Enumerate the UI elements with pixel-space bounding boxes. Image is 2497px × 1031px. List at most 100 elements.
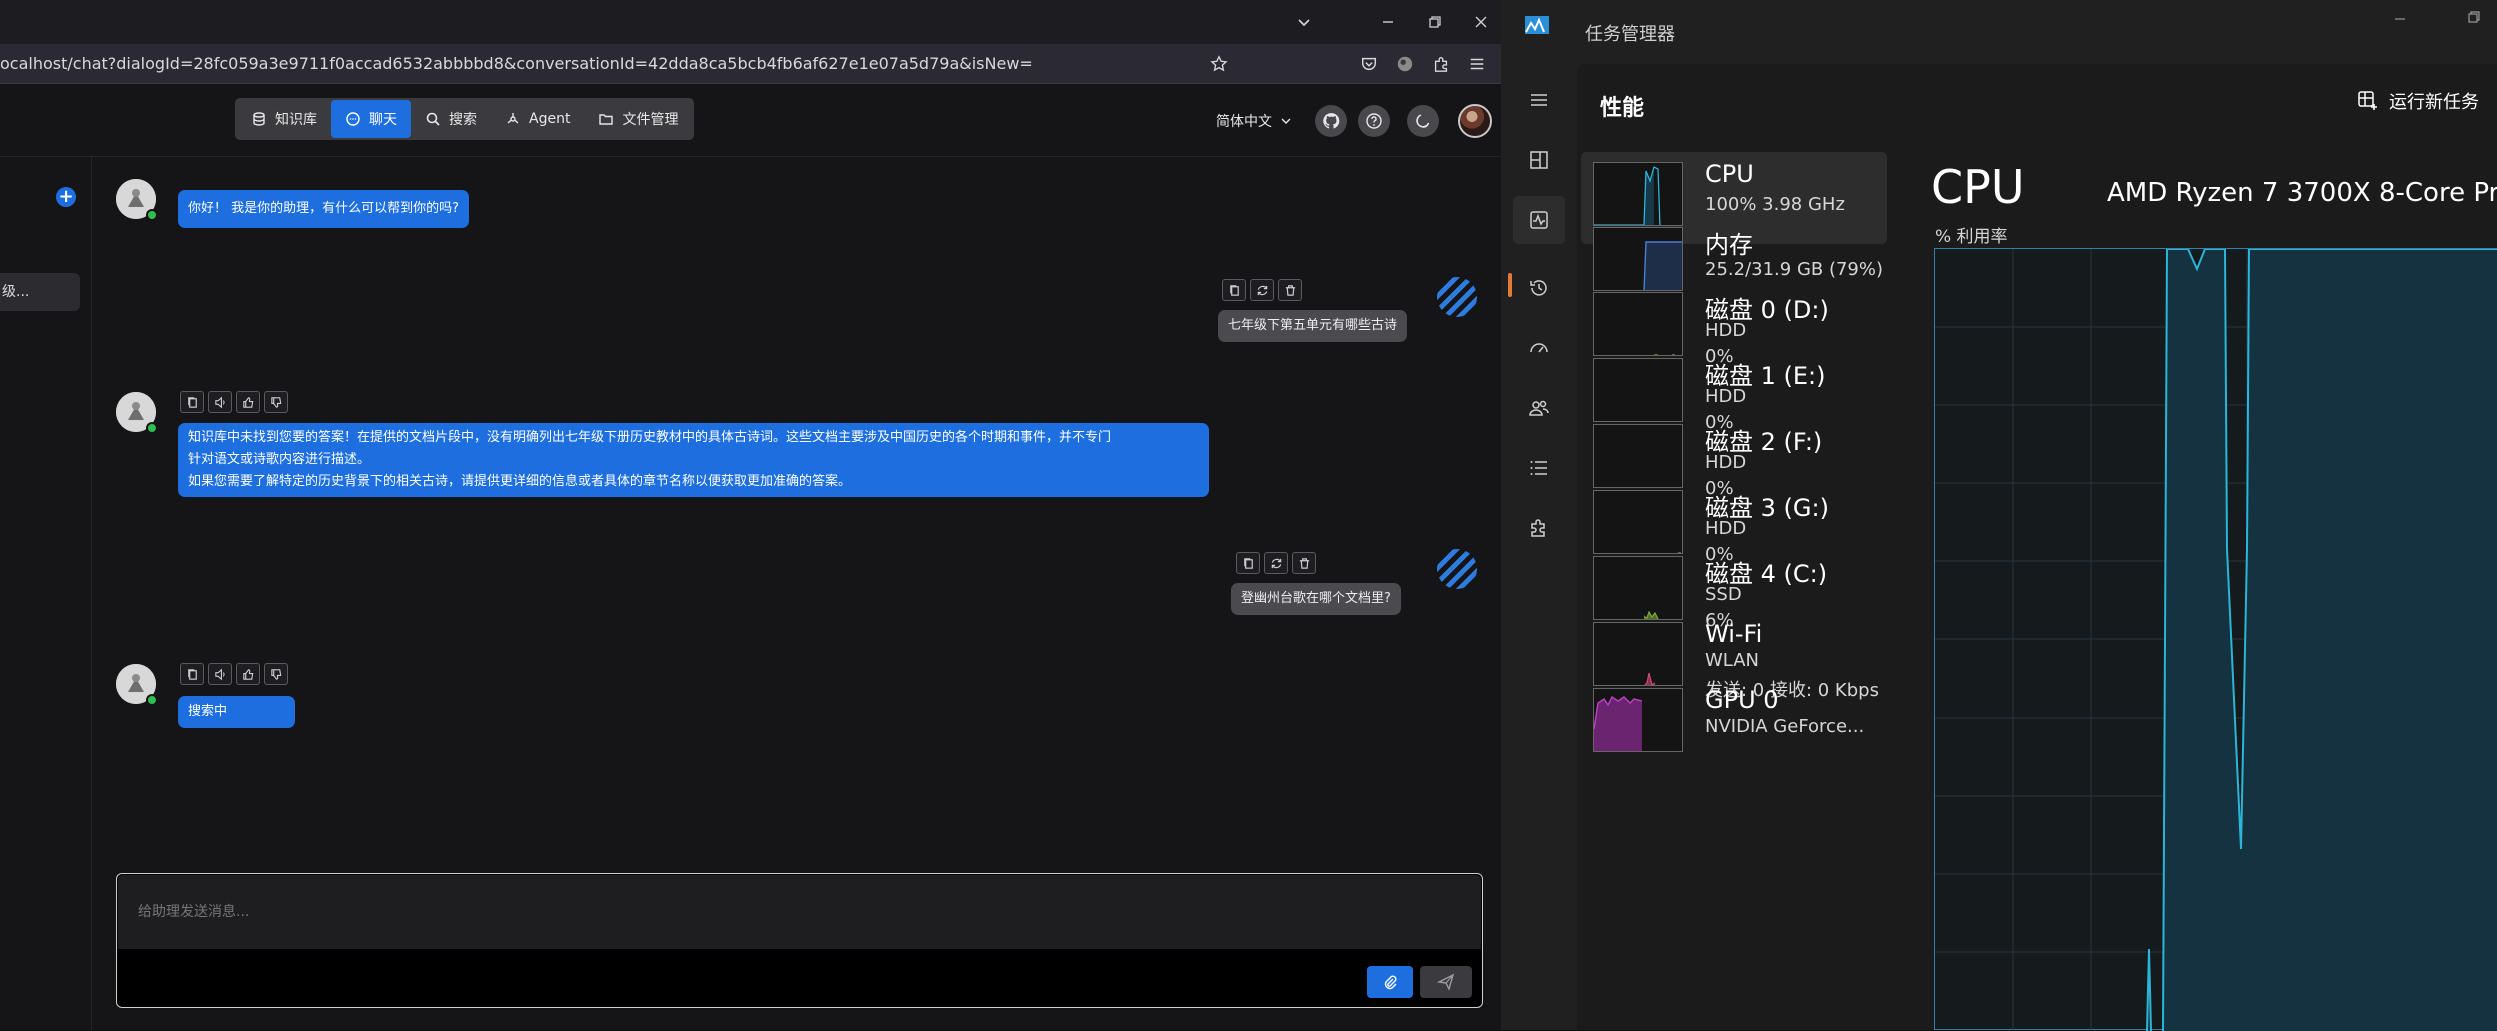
app-header: 知识库 聊天 搜索 Agent 文件管理 简体中文 <box>0 85 1501 157</box>
copy-button[interactable] <box>180 663 204 685</box>
delete-button[interactable] <box>1292 552 1316 574</box>
users-icon[interactable] <box>1525 394 1553 422</box>
new-conversation-plus-icon[interactable]: + <box>56 187 76 207</box>
trash-icon <box>1285 284 1295 296</box>
minimize-button[interactable] <box>1362 0 1414 44</box>
assistant-avatar <box>116 179 158 221</box>
pocket-icon[interactable] <box>1357 52 1381 76</box>
perf-item-type: HDD <box>1705 320 1747 341</box>
copy-icon <box>187 668 197 680</box>
message-line: 如果您需要了解特定的历史背景下的相关古诗，请提供更详细的信息或者具体的章节名称以… <box>188 474 852 489</box>
browser-titlebar <box>0 0 1501 44</box>
details-list-icon[interactable] <box>1525 454 1553 482</box>
extensions-icon[interactable] <box>1429 52 1453 76</box>
message-input[interactable] <box>118 875 1481 949</box>
user-avatar[interactable] <box>1458 104 1492 138</box>
copy-icon <box>187 396 197 408</box>
app-history-icon[interactable] <box>1525 274 1553 302</box>
like-button[interactable] <box>236 391 260 413</box>
web-page: 知识库 聊天 搜索 Agent 文件管理 简体中文 + 级... 你好！ 我是你… <box>0 85 1501 1030</box>
cpu-model-name: AMD Ryzen 7 3700X 8-Core Processor <box>2107 178 2497 208</box>
account-avatar-icon[interactable] <box>1393 52 1417 76</box>
dislike-button[interactable] <box>264 663 288 685</box>
startup-apps-gauge-icon[interactable] <box>1525 334 1553 362</box>
trash-icon <box>1299 557 1309 569</box>
tab-list-chevron-icon[interactable] <box>1278 0 1330 44</box>
thumbs-down-icon <box>270 668 281 680</box>
disk-thumbnail-graph <box>1593 292 1683 356</box>
conversation-sidebar: + 级... <box>0 157 92 1030</box>
conversation-item[interactable]: 级... <box>0 273 80 311</box>
perf-item-detail: 100% 3.98 GHz <box>1705 194 1845 215</box>
hamburger-menu-icon[interactable] <box>1525 86 1553 114</box>
user-message: 登幽州台歌在哪个文档里? <box>1231 583 1401 615</box>
restore-button[interactable] <box>2467 10 2481 24</box>
github-button[interactable] <box>1315 105 1347 137</box>
help-button[interactable] <box>1358 105 1390 137</box>
nav-tab-file-management[interactable]: 文件管理 <box>584 100 692 138</box>
perf-item-gpu-0[interactable]: GPU 0 NVIDIA GeForce... <box>1581 678 1887 770</box>
restore-button[interactable] <box>1409 0 1461 44</box>
like-button[interactable] <box>236 663 260 685</box>
cpu-utilization-graph <box>1934 248 2497 1031</box>
agent-nodes-icon <box>507 113 519 124</box>
assistant-message: 搜索中 <box>178 696 295 728</box>
close-button[interactable] <box>1455 0 1501 44</box>
online-status-dot <box>146 694 158 706</box>
services-puzzle-icon[interactable] <box>1525 514 1553 542</box>
run-new-task-button[interactable]: 运行新任务 <box>2357 88 2479 114</box>
moon-icon <box>1416 114 1430 128</box>
database-icon <box>253 112 265 126</box>
disk-thumbnail-graph <box>1593 358 1683 422</box>
thumbs-up-icon <box>242 396 253 408</box>
delete-button[interactable] <box>1278 279 1302 301</box>
refresh-icon <box>1271 558 1281 568</box>
perf-item-type: HDD <box>1705 518 1747 539</box>
copy-button[interactable] <box>1236 552 1260 574</box>
message-line: 针对语文或诗歌内容进行描述。 <box>188 452 371 467</box>
speaker-icon <box>214 396 225 408</box>
address-bar[interactable]: ocalhost/chat?dialogId=28fc059a3e9711f0a… <box>0 44 1501 84</box>
perf-item-type: HDD <box>1705 452 1747 473</box>
language-selector[interactable]: 简体中文 <box>1216 111 1292 131</box>
assistant-avatar <box>116 664 158 706</box>
message-composer <box>116 873 1483 1008</box>
perf-item-type: HDD <box>1705 386 1747 407</box>
copy-icon <box>1229 284 1239 296</box>
nav-tab-agent[interactable]: Agent <box>491 100 584 138</box>
send-button[interactable] <box>1420 966 1472 998</box>
user-message-avatar <box>1437 277 1477 317</box>
paperclip-icon <box>1384 975 1397 990</box>
attach-file-button[interactable] <box>1367 966 1413 998</box>
message-line: 知识库中未找到您要的答案！在提供的文档片段中，没有明确列出七年级下册历史教材中的… <box>188 430 1112 445</box>
read-aloud-button[interactable] <box>208 663 232 685</box>
dislike-button[interactable] <box>264 391 288 413</box>
copy-button[interactable] <box>1222 279 1246 301</box>
nav-tab-label: Agent <box>529 111 571 127</box>
url-text[interactable]: ocalhost/chat?dialogId=28fc059a3e9711f0a… <box>0 44 1033 84</box>
nav-tab-chat[interactable]: 聊天 <box>331 100 411 138</box>
nav-tab-search[interactable]: 搜索 <box>411 100 491 138</box>
message-actions <box>180 391 288 413</box>
regenerate-button[interactable] <box>1264 552 1288 574</box>
performance-icon[interactable] <box>1513 196 1565 244</box>
perf-item-name: GPU 0 <box>1705 686 1779 714</box>
perf-item-detail: 25.2/31.9 GB (79%) <box>1705 259 1884 280</box>
nav-tab-knowledge-base[interactable]: 知识库 <box>237 100 331 138</box>
processes-grid-icon[interactable] <box>1525 146 1553 174</box>
run-task-icon <box>2358 91 2377 110</box>
window-title: 任务管理器 <box>1585 24 1675 45</box>
copy-button[interactable] <box>180 391 204 413</box>
regenerate-button[interactable] <box>1250 279 1274 301</box>
read-aloud-button[interactable] <box>208 391 232 413</box>
bookmark-star-icon[interactable] <box>1207 52 1231 76</box>
run-new-task-label: 运行新任务 <box>2389 92 2479 113</box>
hamburger-menu-icon[interactable] <box>1465 52 1489 76</box>
refresh-icon <box>1257 285 1267 295</box>
theme-toggle-button[interactable] <box>1407 105 1439 137</box>
perf-item-detail: NVIDIA GeForce... <box>1705 716 1865 737</box>
user-message-avatar <box>1437 549 1477 589</box>
cpu-title: CPU <box>1931 160 2025 214</box>
thumbs-up-icon <box>242 668 253 680</box>
minimize-button[interactable] <box>2393 12 2407 26</box>
